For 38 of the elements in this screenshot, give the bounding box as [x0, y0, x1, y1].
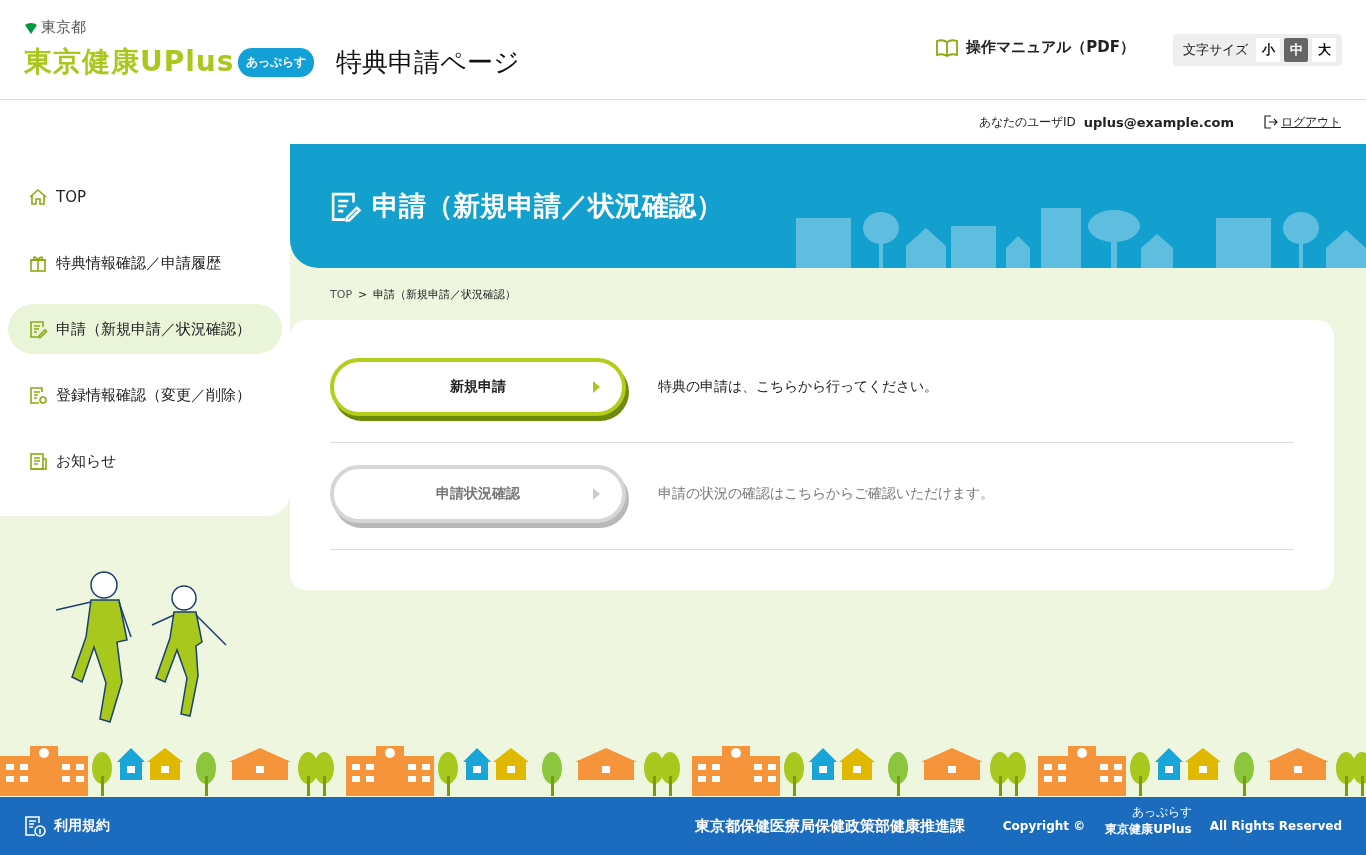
brand-name: 東京健康UPlus: [1105, 821, 1192, 838]
logout-link[interactable]: ログアウト: [1264, 113, 1341, 131]
document-info-icon: [24, 815, 46, 837]
breadcrumb-current: 申請（新規申請／状況確認）: [373, 287, 517, 302]
ginkgo-leaf-icon: [24, 20, 38, 35]
terms-link[interactable]: 利用規約: [24, 815, 110, 837]
logout-icon: [1264, 115, 1278, 129]
font-size-button[interactable]: 大: [1312, 37, 1336, 62]
banner-title: 申請（新規申請／状況確認）: [372, 189, 723, 223]
triangle-icon: [593, 381, 600, 393]
department-name: 東京都保健医療局保健政策部健康推進課: [694, 816, 965, 836]
action-description: 特典の申請は、こちらから行ってください。: [658, 378, 938, 396]
organization-name: 東京都: [24, 18, 521, 37]
sidebar-item[interactable]: 特典情報確認／申請履歴: [8, 238, 282, 288]
brand-ruby: あっぷらす: [1131, 804, 1192, 821]
newspaper-icon: [28, 451, 48, 471]
book-icon: [936, 38, 959, 57]
rights-text: All Rights Reserved: [1209, 819, 1342, 833]
font-size-button[interactable]: 小: [1256, 37, 1280, 62]
sidebar-item[interactable]: TOP: [8, 172, 282, 222]
user-id-label: あなたのユーザID: [979, 113, 1076, 131]
sidebar-item[interactable]: 登録情報確認（変更／削除）: [8, 370, 282, 420]
page-title: 特典申請ページ: [336, 45, 521, 79]
breadcrumb-separator: >: [358, 288, 368, 301]
font-size-button[interactable]: 中: [1284, 37, 1308, 62]
user-id: uplus@example.com: [1083, 114, 1234, 130]
copyright-text: Copyright ©: [1002, 819, 1086, 833]
edit-icon: [28, 319, 48, 339]
action-description: 申請の状況の確認はこちらからご確認いただけます。: [658, 485, 994, 503]
sidebar-item[interactable]: 申請（新規申請／状況確認）: [8, 304, 282, 354]
gift-icon: [28, 253, 48, 273]
font-size-label: 文字サイズ: [1183, 40, 1248, 59]
settings-document-icon: [28, 385, 48, 405]
breadcrumb-link[interactable]: TOP: [330, 288, 352, 301]
manual-link[interactable]: 操作マニュアル（PDF）: [936, 38, 1135, 57]
triangle-icon: [593, 488, 600, 500]
home-icon: [28, 187, 48, 207]
sidebar-item[interactable]: お知らせ: [8, 436, 282, 486]
